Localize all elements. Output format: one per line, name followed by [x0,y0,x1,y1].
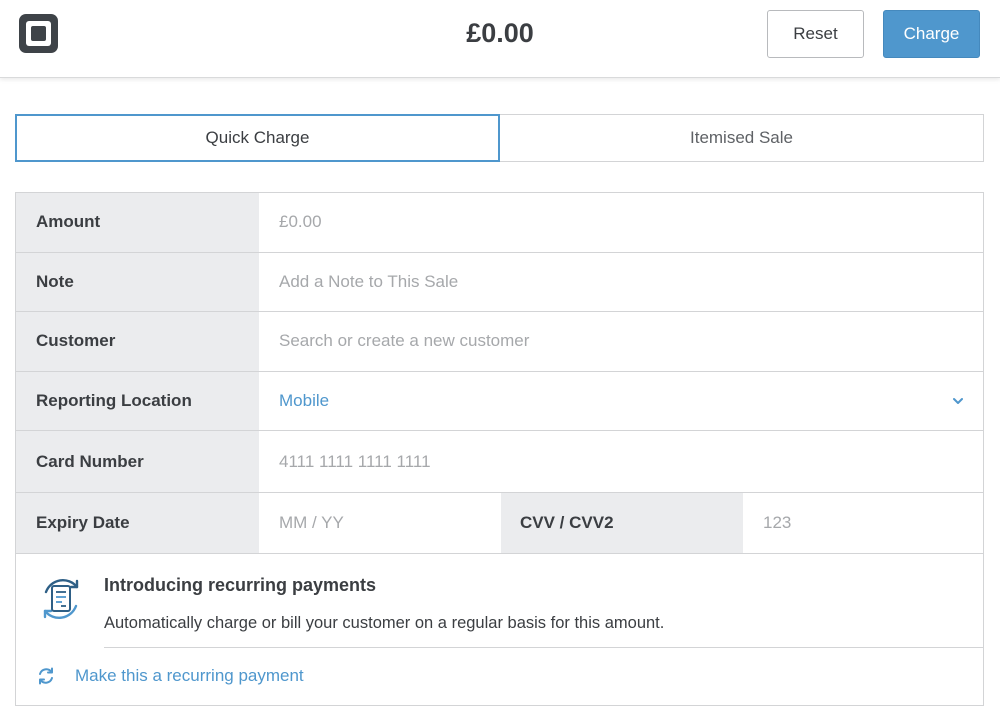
sale-type-tabs: Quick Charge Itemised Sale [15,114,984,162]
cvv-cell [743,493,983,553]
card-number-cell [259,431,983,492]
card-number-label: Card Number [16,431,259,492]
recurring-payments-promo: Introducing recurring payments Automatic… [16,554,983,705]
charge-button[interactable]: Charge [883,10,980,58]
refresh-icon [39,667,53,685]
tab-quick-charge[interactable]: Quick Charge [15,114,500,162]
location-select[interactable]: Mobile [259,371,983,430]
location-selected-value: Mobile [279,390,330,410]
location-label: Reporting Location [16,371,259,430]
note-cell [259,252,983,311]
recurring-invoice-icon [43,579,79,619]
expiry-cvv-row: Expiry Date CVV / CVV2 [16,493,983,554]
note-row: Note [16,252,983,312]
chevron-down-icon [953,397,963,404]
note-input[interactable] [279,252,983,311]
cvv-input[interactable] [763,493,983,553]
promo-title: Introducing recurring payments [104,575,377,595]
amount-cell [259,193,983,252]
amount-input[interactable] [279,193,983,252]
top-bar: £0.00 Reset Charge [0,0,1000,78]
expiry-input[interactable] [279,493,501,553]
location-row: Reporting Location Mobile [16,371,983,431]
note-label: Note [16,252,259,311]
amount-label: Amount [16,193,259,252]
customer-label: Customer [16,312,259,371]
tab-itemised-sale[interactable]: Itemised Sale [499,114,984,162]
expiry-label: Expiry Date [16,493,259,553]
customer-search-input[interactable] [279,312,983,371]
quick-charge-form: Amount Note Customer Reporting Location … [15,192,984,706]
customer-cell [259,312,983,371]
expiry-cell [259,493,501,553]
make-recurring-label: Make this a recurring payment [75,666,304,685]
promo-divider [104,647,983,648]
reset-button[interactable]: Reset [767,10,864,58]
cvv-label: CVV / CVV2 [501,493,743,553]
amount-row: Amount [16,193,983,253]
make-recurring-link[interactable]: Make this a recurring payment [36,666,304,686]
card-number-row: Card Number [16,431,983,493]
promo-description: Automatically charge or bill your custom… [104,614,665,632]
customer-row: Customer [16,312,983,372]
card-number-input[interactable] [279,431,983,492]
